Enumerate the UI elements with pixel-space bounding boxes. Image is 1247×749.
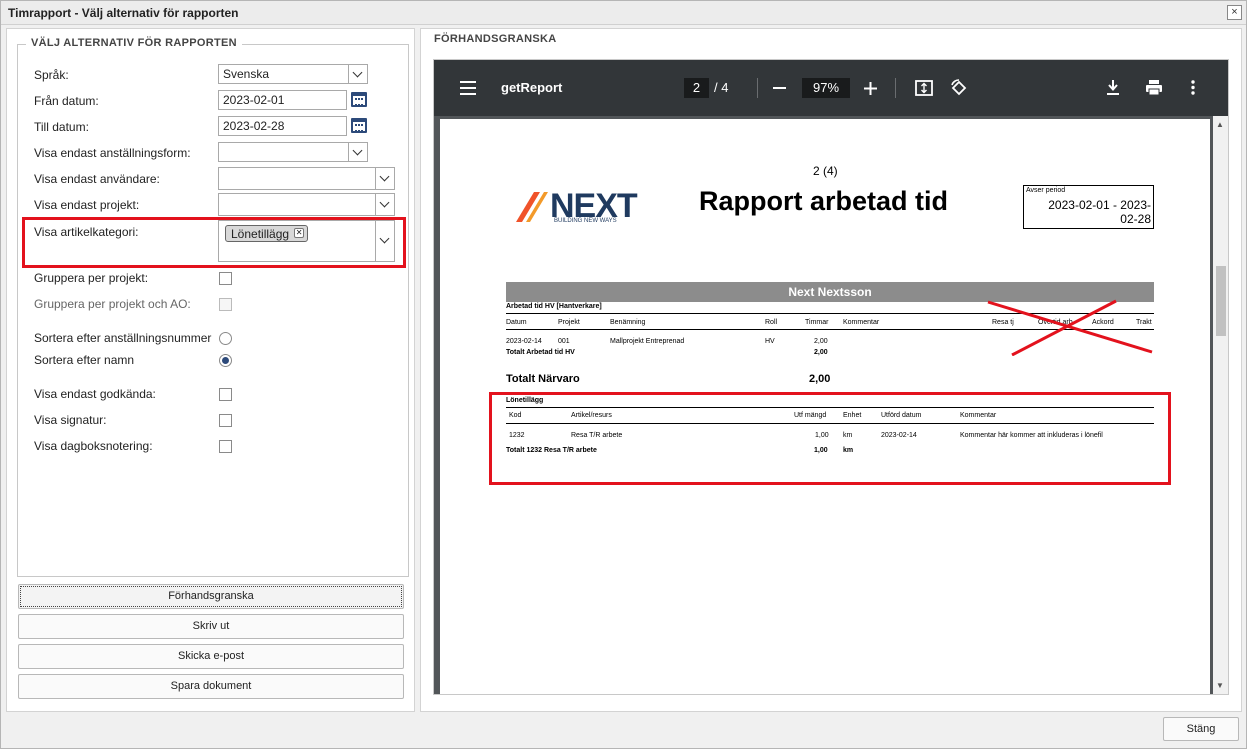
sort-name-label: Sortera efter namn: [34, 353, 135, 367]
print-icon[interactable]: [1145, 79, 1163, 96]
s1-cell-roll: HV: [765, 338, 775, 345]
employment-form-label: Visa endast anställningsform:: [34, 146, 191, 160]
more-options-icon[interactable]: [1191, 80, 1195, 95]
pdf-scrollbar[interactable]: ▲ ▼: [1213, 116, 1228, 694]
period-line1: 2023-02-01 - 2023-: [1048, 198, 1151, 212]
menu-icon[interactable]: [460, 81, 476, 95]
dialog-window: Timrapport - Välj alternativ för rapport…: [0, 0, 1247, 749]
signature-checkbox[interactable]: [219, 414, 232, 427]
from-date-value: 2023-02-01: [223, 93, 285, 107]
s1-h-benamning: Benämning: [610, 319, 646, 326]
fit-page-icon[interactable]: [915, 80, 933, 96]
toolbar-divider: [895, 78, 896, 98]
close-button[interactable]: Stäng: [1163, 717, 1239, 741]
language-select[interactable]: Svenska: [218, 64, 368, 84]
s1-cell-benamning: Mallprojekt Entreprenad: [610, 338, 685, 345]
options-legend: VÄLJ ALTERNATIV FÖR RAPPORTEN: [26, 37, 242, 49]
sort-employee-label: Sortera efter anställningsnummer: [34, 331, 212, 345]
calendar-icon[interactable]: [351, 118, 367, 133]
highlight-box-lonetillagg: [489, 392, 1171, 485]
presence-label: Totalt Närvaro: [506, 373, 580, 385]
scroll-down-icon[interactable]: ▼: [1216, 681, 1224, 690]
options-panel: VÄLJ ALTERNATIV FÖR RAPPORTEN Språk: Sve…: [6, 28, 415, 712]
period-line2: 02-28: [1120, 212, 1151, 226]
projects-multiselect[interactable]: [218, 193, 395, 216]
diary-checkbox[interactable]: [219, 440, 232, 453]
to-date-label: Till datum:: [34, 120, 89, 134]
pdf-toolbar: getReport 2 / 4 97%: [434, 60, 1228, 116]
document-title: getReport: [501, 80, 563, 95]
employment-form-select[interactable]: [218, 142, 368, 162]
group-project-checkbox[interactable]: [219, 272, 232, 285]
zoom-out-icon[interactable]: [773, 87, 786, 89]
pdf-page: 2 (4) NEXT BUILDING NEW WAYS Rapport arb…: [440, 119, 1210, 694]
s1-h-datum: Datum: [506, 319, 527, 326]
chevron-down-icon[interactable]: [348, 143, 367, 161]
language-label: Språk:: [34, 68, 69, 82]
users-multiselect[interactable]: [218, 167, 395, 190]
close-icon[interactable]: ×: [1227, 5, 1242, 20]
projects-label: Visa endast projekt:: [34, 198, 140, 212]
report-title: Rapport arbetad tid: [699, 186, 949, 216]
to-date-field[interactable]: 2023-02-28: [218, 116, 347, 136]
group-project-ao-checkbox[interactable]: [219, 298, 232, 311]
from-date-label: Från datum:: [34, 94, 99, 108]
diary-label: Visa dagboksnotering:: [34, 439, 153, 453]
s1-total-value: 2,00: [814, 349, 828, 356]
pdf-viewer: getReport 2 / 4 97% 2 (4) NEXT BUILDING …: [433, 59, 1229, 695]
save-document-button[interactable]: Spara dokument: [18, 674, 404, 699]
s1-total-label: Totalt Arbetad tid HV: [506, 349, 575, 356]
s1-h-timmar: Timmar: [805, 319, 829, 326]
email-button[interactable]: Skicka e-post: [18, 644, 404, 669]
preview-button[interactable]: Förhandsgranska: [18, 584, 404, 609]
group-project-label: Gruppera per projekt:: [34, 271, 149, 285]
sort-name-radio[interactable]: [219, 354, 232, 367]
highlight-box-category: [22, 217, 406, 268]
window-title: Timrapport - Välj alternativ för rapport…: [8, 6, 239, 20]
zoom-input[interactable]: 97%: [802, 78, 850, 98]
to-date-value: 2023-02-28: [223, 119, 285, 133]
title-bar: Timrapport - Välj alternativ för rapport…: [1, 1, 1246, 25]
approved-only-checkbox[interactable]: [219, 388, 232, 401]
chevron-down-icon[interactable]: [348, 65, 367, 83]
section1-title: Arbetad tid HV [Hantverkare]: [506, 303, 602, 310]
zoom-in-icon[interactable]: [864, 82, 877, 95]
s1-cell-timmar: 2,00: [814, 338, 828, 345]
group-project-ao-label: Gruppera per projekt och AO:: [34, 297, 191, 311]
language-value: Svenska: [223, 67, 270, 81]
logo-tagline: BUILDING NEW WAYS: [554, 218, 617, 224]
from-date-field[interactable]: 2023-02-01: [218, 90, 347, 110]
sort-employee-radio[interactable]: [219, 332, 232, 345]
page-total: / 4: [714, 80, 729, 95]
s1-h-roll: Roll: [765, 319, 778, 326]
preview-panel: FÖRHANDSGRANSKA getReport 2 / 4 97% 2 (4…: [420, 28, 1242, 712]
page-number-input[interactable]: 2: [684, 78, 709, 98]
options-fieldset: VÄLJ ALTERNATIV FÖR RAPPORTEN Språk: Sve…: [17, 37, 409, 577]
chevron-down-icon[interactable]: [375, 194, 394, 215]
signature-label: Visa signatur:: [34, 413, 107, 427]
red-cross-mark: [987, 299, 1153, 356]
presence-value: 2,00: [809, 373, 831, 385]
employee-name: Next Nextsson: [788, 285, 872, 299]
s1-h-kommentar: Kommentar: [843, 319, 880, 326]
calendar-icon[interactable]: [351, 92, 367, 107]
pdf-canvas[interactable]: 2 (4) NEXT BUILDING NEW WAYS Rapport arb…: [434, 116, 1228, 694]
chevron-down-icon[interactable]: [375, 168, 394, 189]
s1-cell-datum: 2023-02-14: [506, 338, 542, 345]
scroll-thumb[interactable]: [1216, 266, 1226, 336]
approved-only-label: Visa endast godkända:: [34, 387, 156, 401]
toolbar-divider: [757, 78, 758, 98]
s1-cell-projekt: 001: [558, 338, 570, 345]
print-button[interactable]: Skriv ut: [18, 614, 404, 639]
rotate-icon[interactable]: [950, 79, 968, 97]
users-label: Visa endast användare:: [34, 172, 160, 186]
preview-legend: FÖRHANDSGRANSKA: [429, 33, 562, 45]
download-icon[interactable]: [1106, 79, 1120, 96]
period-box: Avser period 2023-02-01 - 2023- 02-28: [1023, 185, 1154, 229]
page-label: 2 (4): [813, 164, 838, 178]
next-logo-mark: [516, 192, 548, 222]
s1-h-projekt: Projekt: [558, 319, 580, 326]
scroll-up-icon[interactable]: ▲: [1216, 120, 1224, 129]
period-label: Avser period: [1026, 187, 1066, 194]
